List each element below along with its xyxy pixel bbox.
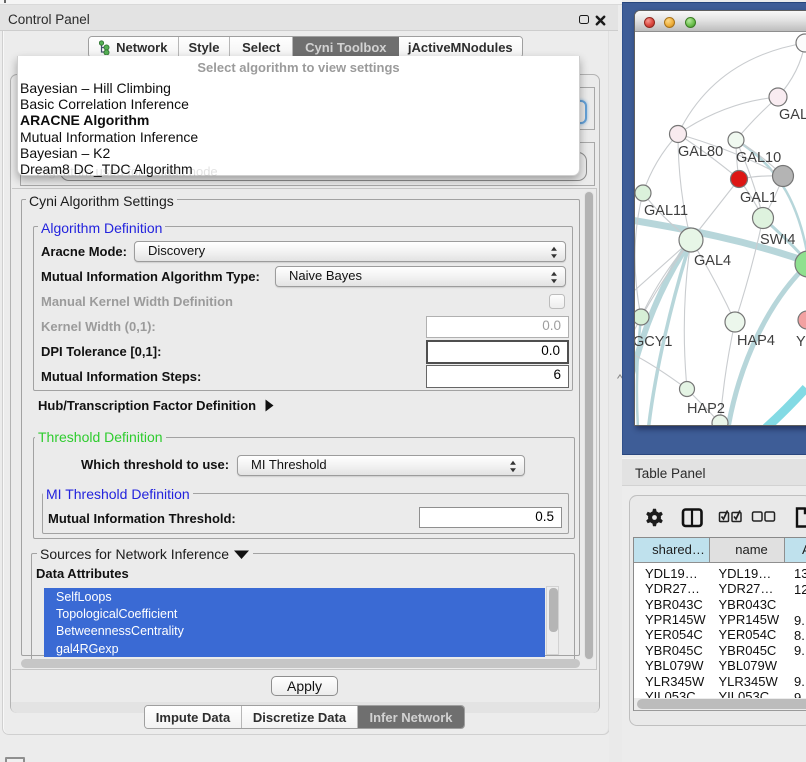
svg-text:HAP4: HAP4 xyxy=(737,333,775,349)
svg-text:GAL11: GAL11 xyxy=(644,203,688,219)
svg-text:Y: Y xyxy=(796,334,806,350)
svg-text:GAL: GAL xyxy=(779,107,806,123)
svg-text:GAL80: GAL80 xyxy=(678,144,723,160)
svg-text:GAL10: GAL10 xyxy=(736,150,781,166)
svg-text:GCY1: GCY1 xyxy=(635,334,673,350)
svg-text:GAL4: GAL4 xyxy=(694,253,731,269)
svg-text:HAP2: HAP2 xyxy=(687,401,725,417)
svg-text:SWI4: SWI4 xyxy=(760,232,795,248)
svg-text:GAL1: GAL1 xyxy=(740,190,777,206)
